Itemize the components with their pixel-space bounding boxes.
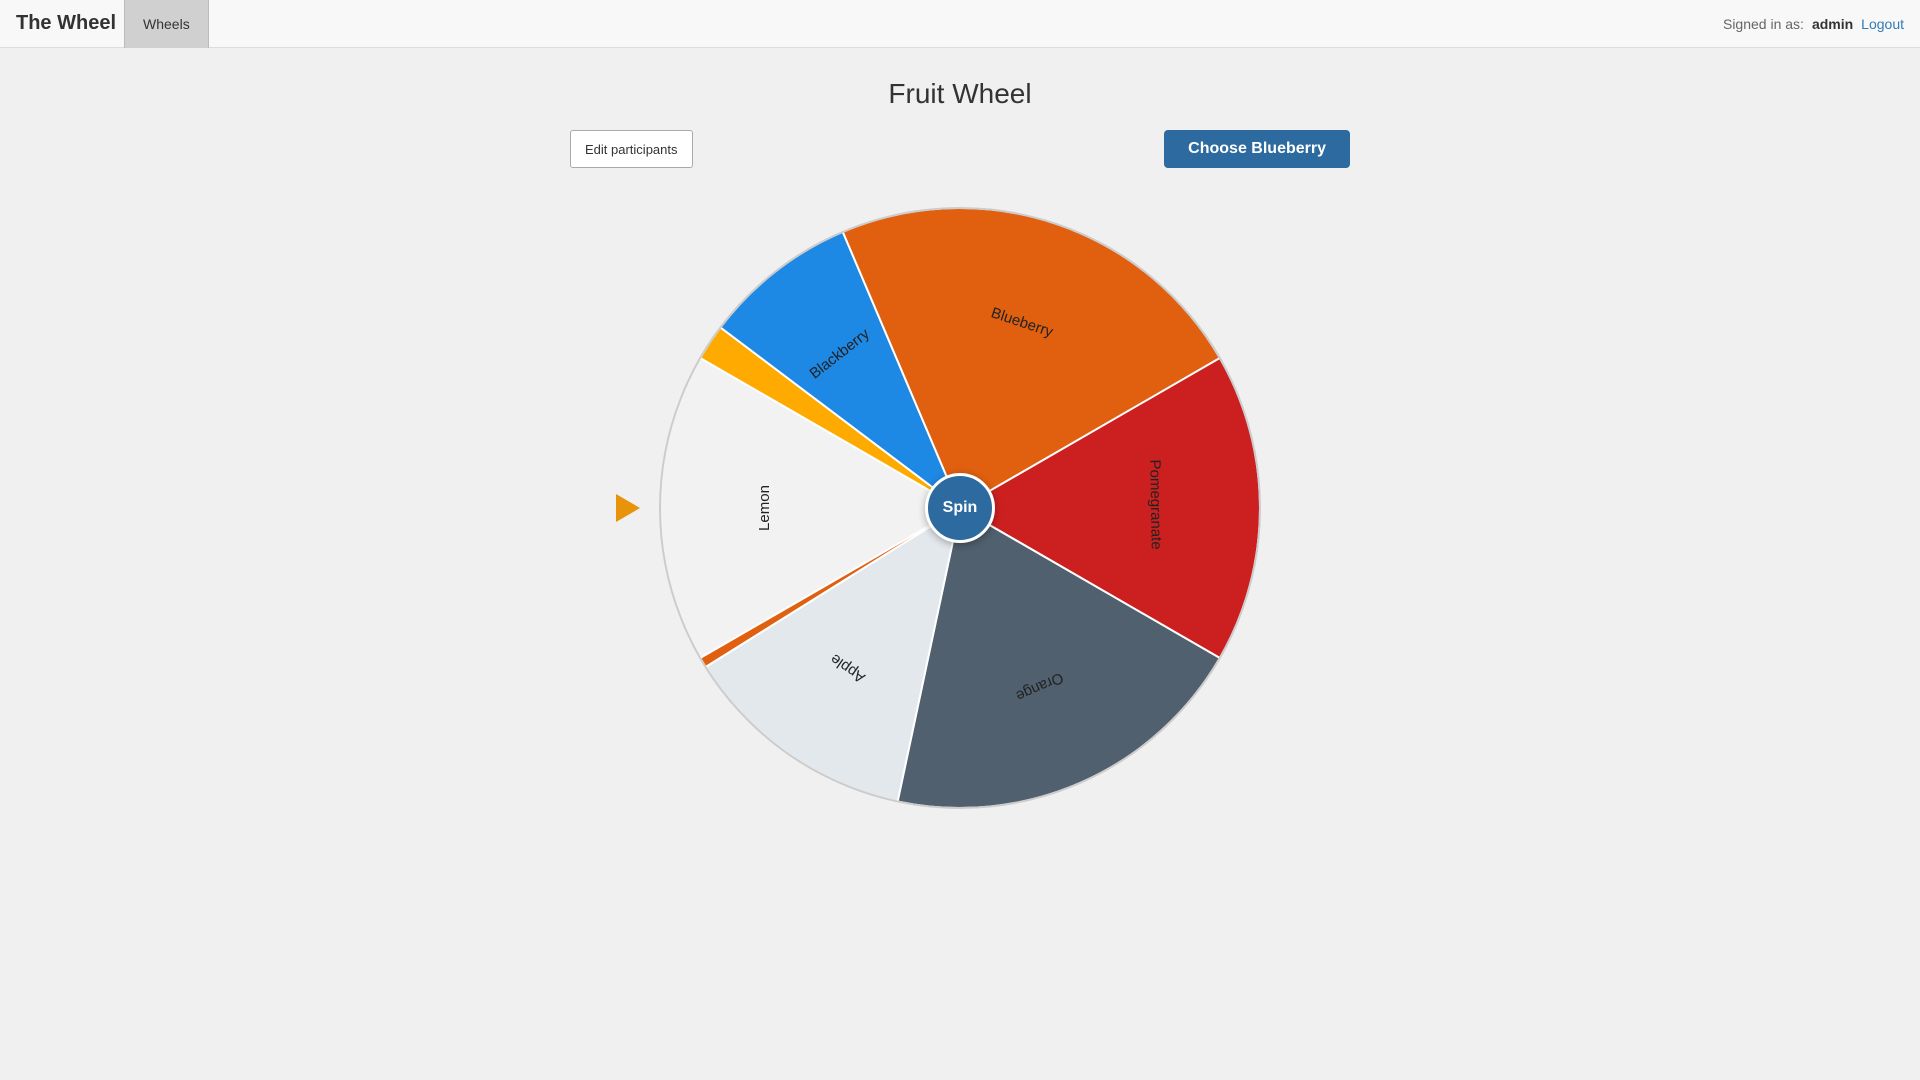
choose-btn-prefix: Choose [1188, 140, 1251, 157]
svg-text:Pomegranate: Pomegranate [1146, 459, 1165, 549]
auth-username: admin [1812, 16, 1853, 32]
navbar: The Wheel Wheels Signed in as: admin Log… [0, 0, 1920, 48]
spin-button[interactable]: Spin [925, 473, 995, 543]
page-title: Fruit Wheel [888, 78, 1031, 110]
signed-in-text: Signed in as: [1723, 16, 1804, 32]
brand-title: The Wheel [16, 12, 116, 35]
edit-participants-button[interactable]: Edit participants [570, 130, 693, 168]
auth-section: Signed in as: admin Logout [1723, 16, 1904, 32]
choose-winner-button[interactable]: Choose Blueberry [1164, 130, 1350, 168]
svg-text:Lemon: Lemon [756, 485, 773, 531]
tab-wheels[interactable]: Wheels [124, 0, 209, 48]
logout-link[interactable]: Logout [1861, 16, 1904, 32]
choose-btn-winner: Blueberry [1251, 140, 1326, 157]
main-content: Fruit Wheel Edit participants Choose Blu… [0, 48, 1920, 1080]
actions-row: Edit participants Choose Blueberry [570, 130, 1350, 168]
wheel-pointer [616, 494, 640, 522]
wheel-container: BananaGrapePomegranateOrangeAppleGrapefr… [640, 188, 1280, 828]
